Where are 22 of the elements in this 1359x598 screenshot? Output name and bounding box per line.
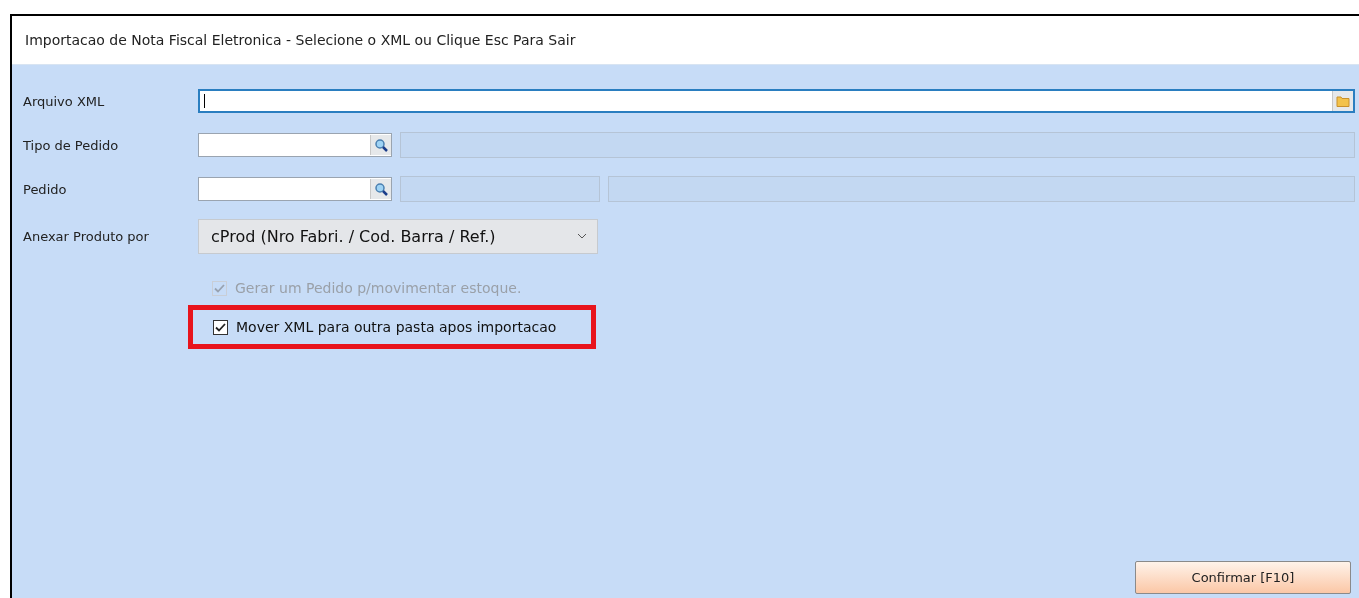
checkbox-label: Gerar um Pedido p/movimentar estoque. bbox=[235, 280, 522, 296]
file-path-field[interactable] bbox=[198, 89, 1355, 113]
window-title: Importacao de Nota Fiscal Eletronica - Selecione o XML ou Clique Esc Para Sair bbox=[25, 32, 576, 48]
confirm-button[interactable]: Confirmar [F10] bbox=[1135, 561, 1351, 594]
lookup-button[interactable] bbox=[370, 179, 391, 199]
code-field[interactable] bbox=[198, 177, 392, 201]
checkmark-icon bbox=[215, 322, 226, 332]
checkbox[interactable] bbox=[213, 319, 228, 335]
folder-icon bbox=[1336, 95, 1350, 107]
field-label: Arquivo XML bbox=[23, 93, 106, 109]
code-field[interactable] bbox=[198, 133, 392, 157]
field-label: Tipo de Pedido bbox=[23, 137, 120, 153]
browse-button[interactable] bbox=[1332, 91, 1353, 111]
chevron-down-icon bbox=[577, 233, 587, 239]
search-icon bbox=[374, 182, 388, 196]
field-label: Pedido bbox=[23, 181, 68, 197]
field-label: Anexar Produto por bbox=[23, 228, 150, 244]
checkbox-label: Mover XML para outra pasta apos importacao bbox=[236, 319, 557, 335]
lookup-button[interactable] bbox=[370, 135, 391, 155]
dropdown[interactable]: cProd (Nro Fabri. / Cod. Barra / Ref.) bbox=[198, 218, 598, 254]
checkmark-icon bbox=[214, 283, 225, 293]
search-icon bbox=[374, 138, 388, 152]
